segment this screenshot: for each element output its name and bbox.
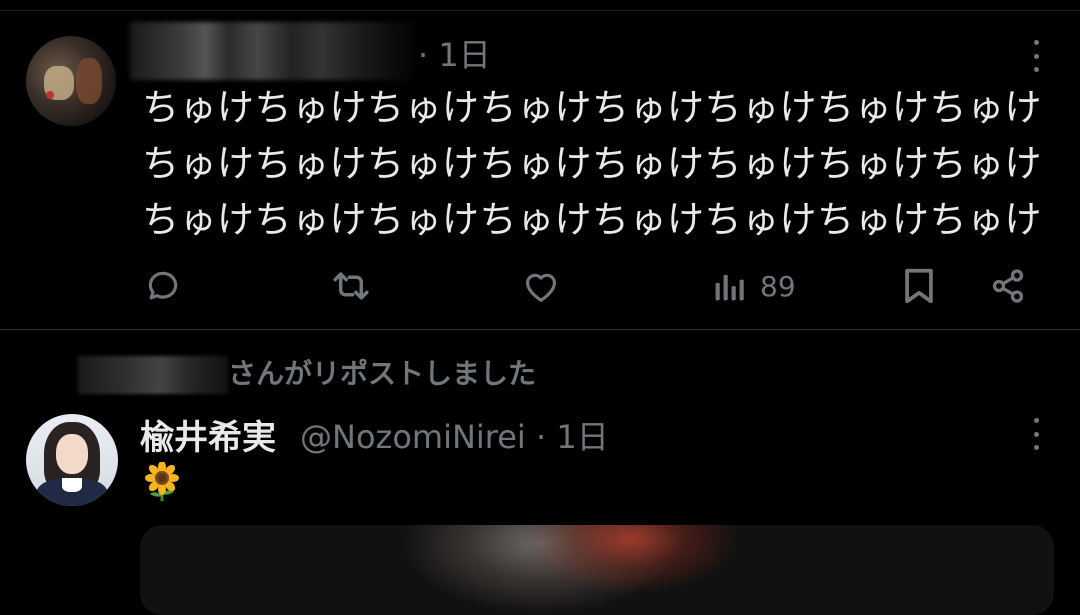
more-options-icon[interactable] — [1026, 40, 1046, 72]
avatar[interactable] — [26, 36, 116, 126]
handle-and-time[interactable]: @NozomiNirei · 1日 — [300, 412, 609, 458]
tweet-text: ちゅけちゅけちゅけちゅけちゅけちゅけちゅけちゅけ ちゅけちゅけちゅけちゅけちゅけ… — [142, 80, 1062, 248]
views-button[interactable]: 89 — [714, 262, 796, 310]
like-button[interactable] — [522, 262, 560, 310]
display-name[interactable]: 楡井希実 — [140, 410, 276, 459]
retweet-button[interactable] — [330, 262, 372, 310]
redacted-retweeter-name — [78, 356, 228, 394]
retweet-label[interactable]: さんがリポストしました — [228, 352, 536, 392]
share-icon — [992, 269, 1024, 303]
top-divider — [0, 10, 1080, 11]
more-options-icon[interactable] — [1026, 418, 1046, 450]
views-icon — [715, 274, 744, 301]
views-count: 89 — [760, 269, 796, 303]
bookmark-icon — [905, 268, 933, 304]
bookmark-button[interactable] — [902, 262, 936, 310]
tweet-actions: 89 — [0, 262, 1080, 310]
tweet-timestamp[interactable]: · 1日 — [418, 30, 491, 76]
reply-icon — [148, 271, 178, 300]
redacted-username — [130, 22, 420, 80]
tweet-text-line: ちゅけちゅけちゅけちゅけちゅけちゅけちゅけちゅけ — [142, 198, 1042, 241]
tweet-text-line: ちゅけちゅけちゅけちゅけちゅけちゅけちゅけちゅけ — [142, 86, 1042, 129]
avatar[interactable] — [26, 414, 118, 506]
tweet-text-line: ちゅけちゅけちゅけちゅけちゅけちゅけちゅけちゅけ — [142, 142, 1042, 185]
heart-icon — [525, 273, 557, 302]
retweet-icon — [333, 272, 369, 300]
sunflower-emoji — [145, 462, 179, 501]
media-image[interactable] — [140, 525, 1054, 615]
tweet-divider — [0, 329, 1080, 330]
reply-button[interactable] — [144, 262, 182, 310]
share-button[interactable] — [990, 262, 1026, 310]
